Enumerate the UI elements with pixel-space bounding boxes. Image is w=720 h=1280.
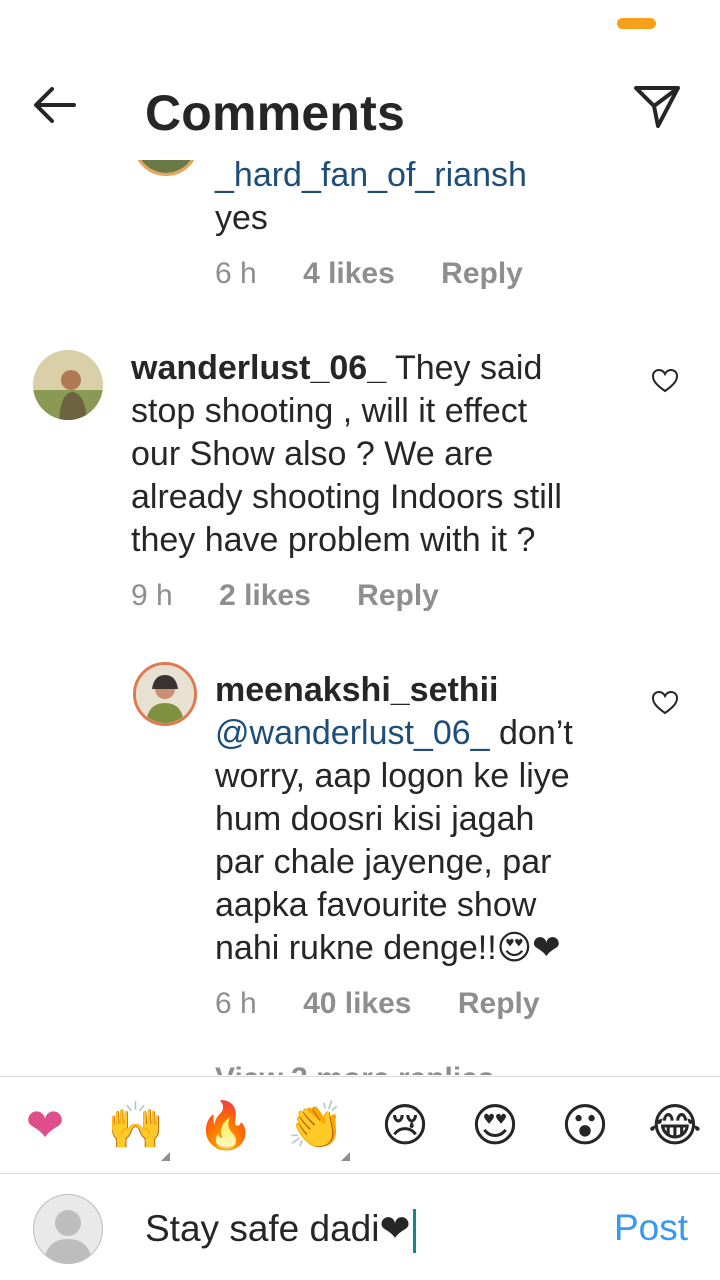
page-title: Comments xyxy=(145,85,405,141)
comment-meta: 9 h 2 likes Reply xyxy=(131,579,477,613)
comment-input[interactable]: Stay safe dadi❤ xyxy=(145,1207,416,1254)
comment-time: 9 h xyxy=(131,579,173,612)
reply-button[interactable]: Reply xyxy=(441,257,523,290)
mention-link[interactable]: @wanderlust_06_ xyxy=(215,714,490,752)
emoji-raised-hands-icon[interactable]: 🙌 xyxy=(107,1097,164,1153)
comment-username[interactable]: _hard_fan_of_riansh xyxy=(215,160,527,197)
comment-time: 6 h xyxy=(215,257,257,290)
avatar[interactable] xyxy=(33,350,103,420)
emoji-heart-eyes-icon[interactable]: 😍 xyxy=(467,1097,523,1153)
comment-text-line: nahi rukne denge!!😍❤ xyxy=(215,929,561,967)
emoji-quick-bar: ❤ 🙌 🔥 👏 😢 😍 😮 😂 xyxy=(0,1076,720,1174)
status-indicator xyxy=(617,18,656,29)
comment-time: 6 h xyxy=(215,987,257,1020)
likes-count[interactable]: 4 likes xyxy=(303,257,395,290)
emoji-fire-icon[interactable]: 🔥 xyxy=(197,1097,254,1153)
comment-text-line: worry, aap logon ke liye xyxy=(215,757,570,795)
likes-count[interactable]: 40 likes xyxy=(303,987,411,1020)
comment-text-line: They said xyxy=(394,349,543,387)
emoji-crying-icon[interactable]: 😢 xyxy=(377,1097,433,1153)
likes-count[interactable]: 2 likes xyxy=(219,579,311,612)
comment-text-line: our Show also ? We are xyxy=(131,435,494,473)
comment-text-line: already shooting Indoors still xyxy=(131,478,562,516)
emoji-clapping-icon[interactable]: 👏 xyxy=(287,1097,344,1153)
emoji-surprised-icon[interactable]: 😮 xyxy=(557,1097,613,1153)
avatar[interactable] xyxy=(133,160,199,176)
comments-list[interactable]: _hard_fan_of_riansh yes 6 h 4 likes Repl… xyxy=(0,160,720,1075)
emoji-laughing-icon[interactable]: 😂 xyxy=(647,1097,703,1153)
emoji-heart-icon[interactable]: ❤ xyxy=(17,1097,73,1153)
comment-meta: 6 h 4 likes Reply xyxy=(215,257,561,291)
skin-tone-indicator xyxy=(161,1152,170,1161)
skin-tone-indicator xyxy=(341,1152,350,1161)
comment-text-line: aapka favourite show xyxy=(215,886,537,924)
comment-text-line: hum doosri kisi jagah xyxy=(215,800,535,838)
comment-text-line: they have problem with it ? xyxy=(131,521,536,559)
like-heart-icon[interactable] xyxy=(651,690,679,716)
comment-meta: 6 h 40 likes Reply xyxy=(215,987,578,1021)
comment-username[interactable]: wanderlust_06_ xyxy=(131,349,386,387)
like-heart-icon[interactable] xyxy=(651,368,679,394)
reply-button[interactable]: Reply xyxy=(458,987,540,1020)
comment-composer: Stay safe dadi❤ Post xyxy=(0,1173,720,1280)
comment-body: @wanderlust_06_ don’t xyxy=(215,712,573,755)
comment-body: wanderlust_06_ They said xyxy=(131,347,542,390)
text-cursor xyxy=(412,1209,416,1254)
reply-button[interactable]: Reply xyxy=(357,579,439,612)
comment-text: yes xyxy=(215,199,268,237)
comment-text-line: don’t xyxy=(499,714,573,752)
send-icon[interactable] xyxy=(628,80,686,132)
comment-text-line: par chale jayenge, par xyxy=(215,843,552,881)
back-arrow-icon[interactable] xyxy=(28,82,84,128)
view-replies-link[interactable]: View 3 more replies xyxy=(215,1062,495,1075)
comment-input-value: Stay safe dadi❤ xyxy=(145,1208,411,1249)
comment-username[interactable]: meenakshi_sethii xyxy=(215,669,498,712)
comment-text-line: stop shooting , will it effect xyxy=(131,392,528,430)
post-button[interactable]: Post xyxy=(614,1207,688,1249)
avatar[interactable] xyxy=(133,662,197,726)
header: Comments xyxy=(0,60,720,160)
user-avatar-icon xyxy=(33,1194,103,1264)
